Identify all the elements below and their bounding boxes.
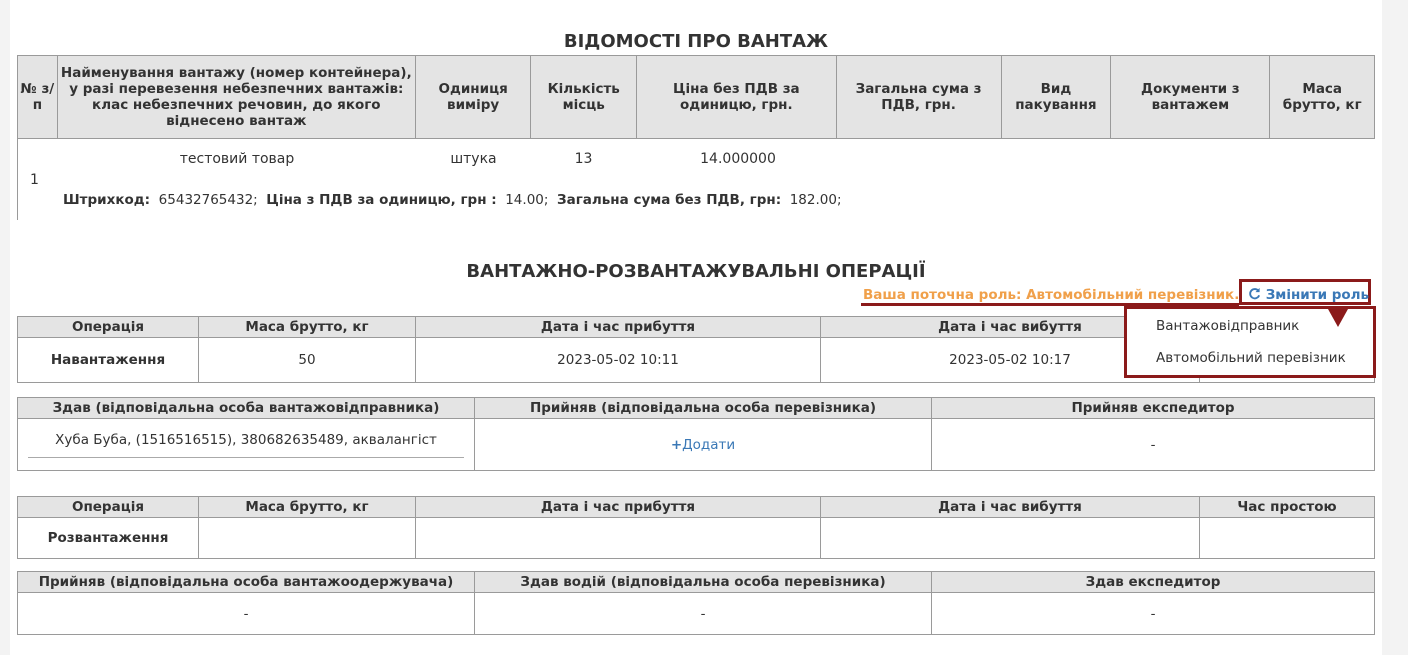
load-handed-divider xyxy=(28,457,464,458)
unload-persons-table: Прийняв (відповідальна особа вантажоодер… xyxy=(17,571,1375,635)
cargo-row-details: Штрихкод: 65432765432; Ціна з ПДВ за оди… xyxy=(63,192,842,208)
unload-persons-col-accepted: Прийняв (відповідальна особа вантажоодер… xyxy=(17,571,475,593)
change-role-link[interactable]: Змінити роль xyxy=(1248,286,1369,303)
load-accepted-cell: +Додати xyxy=(474,418,932,471)
load-persons-col-forwarder: Прийняв експедитор xyxy=(931,397,1375,419)
price-vat-label: Ціна з ПДВ за одиницю, грн : xyxy=(266,192,497,208)
unload-operation: Розвантаження xyxy=(17,517,199,559)
unload-col-operation: Операція xyxy=(17,496,199,518)
change-role-label: Змінити роль xyxy=(1265,287,1370,303)
dropdown-pointer-icon xyxy=(1328,309,1348,327)
ops-title: ВАНТАЖНО-РОЗВАНТАЖУВАЛЬНІ ОПЕРАЦІЇ xyxy=(466,261,926,282)
unload-forwarder: - xyxy=(931,592,1375,635)
col-num: № з/п xyxy=(17,55,58,139)
barcode-label: Штрихкод: xyxy=(63,192,151,208)
unload-departure xyxy=(820,517,1200,559)
refresh-icon xyxy=(1248,287,1261,304)
unload-col-arrival: Дата і час прибуття xyxy=(415,496,821,518)
col-name: Найменування вантажу (номер контейнера),… xyxy=(56,55,416,139)
add-label: Додати xyxy=(682,436,736,453)
cargo-row-price: 14.000000 xyxy=(700,151,776,167)
col-mass: Маса брутто, кг xyxy=(1269,55,1375,139)
add-accepted-link[interactable]: +Додати xyxy=(671,437,735,453)
load-handed-person: Хуба Буба, (1516516515), 380682635489, а… xyxy=(55,432,437,448)
load-persons-table: Здав (відповідальна особа вантажовідправ… xyxy=(17,397,1375,471)
col-qty: Кількість місць xyxy=(530,55,638,139)
plus-icon: + xyxy=(670,436,683,453)
price-vat-value: 14.00; xyxy=(505,192,549,208)
cargo-row-qty: 13 xyxy=(574,151,593,167)
current-role-text: Ваша поточна роль: Автомобільний перевіз… xyxy=(863,287,1240,303)
load-persons-col-handed: Здав (відповідальна особа вантажовідправ… xyxy=(17,397,475,419)
load-persons-col-accepted: Прийняв (відповідальна особа перевізника… xyxy=(474,397,932,419)
load-forwarder: - xyxy=(931,418,1375,471)
cargo-table: № з/п Найменування вантажу (номер контей… xyxy=(17,55,1375,139)
unload-col-mass: Маса брутто, кг xyxy=(198,496,416,518)
load-operation: Навантаження xyxy=(17,337,199,383)
load-mass: 50 xyxy=(198,337,416,383)
unload-mass xyxy=(198,517,416,559)
unload-persons-col-forwarder: Здав експедитор xyxy=(931,571,1375,593)
col-price: Ціна без ПДВ за одиницю, грн. xyxy=(636,55,837,139)
load-col-arrival: Дата і час прибуття xyxy=(415,316,821,338)
load-arrival: 2023-05-02 10:11 xyxy=(415,337,821,383)
cargo-row-unit: штука xyxy=(450,151,497,167)
unload-persons-col-driver: Здав водій (відповідальна особа перевізн… xyxy=(474,571,932,593)
col-pack: Вид пакування xyxy=(1000,55,1112,139)
col-docs: Документи з вантажем xyxy=(1110,55,1271,139)
total-label: Загальна сума без ПДВ, грн: xyxy=(557,192,782,208)
barcode-value: 65432765432; xyxy=(158,192,258,208)
unload-table: Операція Маса брутто, кг Дата і час приб… xyxy=(17,496,1375,559)
col-total: Загальна сума з ПДВ, грн. xyxy=(835,55,1002,139)
total-value: 182.00; xyxy=(789,192,842,208)
unload-col-departure: Дата і час вибуття xyxy=(820,496,1200,518)
col-unit: Одиниця виміру xyxy=(414,55,532,139)
load-col-operation: Операція xyxy=(17,316,199,338)
unload-driver: - xyxy=(474,592,932,635)
load-handed-cell: Хуба Буба, (1516516515), 380682635489, а… xyxy=(17,418,475,471)
page: ВІДОМОСТІ ПРО ВАНТАЖ № з/п Найменування … xyxy=(10,0,1382,655)
cargo-row-left-border xyxy=(17,138,18,220)
unload-idle xyxy=(1199,517,1375,559)
cargo-title: ВІДОМОСТІ ПРО ВАНТАЖ xyxy=(563,31,829,52)
load-col-mass: Маса брутто, кг xyxy=(198,316,416,338)
role-option-carrier[interactable]: Автомобільний перевізник xyxy=(1156,350,1346,366)
unload-col-idle: Час простою xyxy=(1199,496,1375,518)
role-option-shipper[interactable]: Вантажовідправник xyxy=(1156,318,1299,334)
cargo-row-name: тестовий товар xyxy=(179,151,295,167)
unload-arrival xyxy=(415,517,821,559)
cargo-row-num: 1 xyxy=(30,172,39,188)
unload-accepted: - xyxy=(17,592,475,635)
